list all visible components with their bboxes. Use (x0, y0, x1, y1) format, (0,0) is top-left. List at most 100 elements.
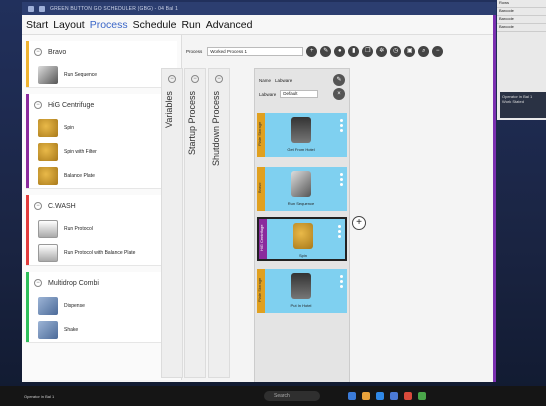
process-label: Process (186, 48, 203, 54)
collapse-icon[interactable]: − (34, 279, 42, 287)
add-icon[interactable]: + (306, 45, 318, 57)
group-bravo: − Bravo Run Sequence (26, 41, 177, 88)
group-multidrop: − Multidrop Combi Dispense Shake (26, 272, 177, 343)
menu-run[interactable]: Run (181, 19, 200, 31)
secondary-row: Barcode (497, 8, 546, 16)
step-label: Dispense (64, 303, 85, 309)
centrifuge-icon (38, 143, 58, 161)
step-item[interactable]: Spin (26, 116, 177, 140)
step-item[interactable]: Run Protocol (26, 217, 177, 241)
secondary-row: Barcode (497, 16, 546, 24)
collapse-icon[interactable]: − (215, 75, 223, 83)
step-item[interactable]: Run Protocol with Balance Plate (26, 241, 177, 265)
group-centrifuge: − HiG Centrifuge Spin Spin with Filter B… (26, 94, 177, 189)
process-step-card[interactable]: Plate Storage Get From Hotel (257, 113, 347, 157)
menu-layout[interactable]: Layout (53, 19, 85, 31)
menu-start[interactable]: Start (26, 19, 48, 31)
group-title: HiG Centrifuge (48, 101, 95, 109)
edit-icon[interactable]: ✎ (320, 45, 332, 57)
group-header[interactable]: − Bravo (26, 41, 177, 63)
minus-icon[interactable]: − (432, 45, 444, 57)
step-label: Shake (64, 327, 79, 333)
app-icon[interactable] (418, 392, 426, 400)
dispenser-icon (38, 321, 58, 339)
step-item[interactable]: Balance Plate (26, 164, 177, 188)
window-accent (493, 15, 496, 382)
centrifuge-icon (293, 223, 313, 249)
search-icon[interactable]: ⌕ (418, 45, 430, 57)
menu-advanced[interactable]: Advanced (206, 19, 253, 31)
app-window: GREEN BUTTON GO SCHEDULER (GBG) - 04 Bal… (22, 2, 496, 382)
collapse-icon[interactable]: − (168, 75, 176, 83)
process-step-card[interactable]: Bravo Run Sequence (257, 167, 347, 211)
secondary-row: Barcode (497, 24, 546, 32)
labware-select[interactable]: Default (280, 90, 319, 98)
menu-schedule[interactable]: Schedule (133, 19, 177, 31)
tab-variables[interactable]: − Variables (161, 68, 183, 378)
card-menu-icon[interactable] (340, 275, 343, 290)
settings-icon[interactable]: ✲ (376, 45, 388, 57)
save-icon[interactable]: ▣ (404, 45, 416, 57)
group-header[interactable]: − Multidrop Combi (26, 272, 177, 294)
group-header[interactable]: − HiG Centrifuge (26, 94, 177, 116)
card-side-label: HiG Centrifuge (259, 219, 267, 259)
washer-icon (38, 220, 58, 238)
windows-icon[interactable] (348, 392, 356, 400)
collapse-icon[interactable]: − (34, 101, 42, 109)
centrifuge-icon (38, 119, 58, 137)
group-header[interactable]: − C.WASH (26, 195, 177, 217)
app-icon[interactable] (390, 392, 398, 400)
tab-label: Variables (164, 91, 174, 128)
title-bar: GREEN BUTTON GO SCHEDULER (GBG) - 04 Bal… (22, 2, 496, 15)
step-library: − Bravo Run Sequence − HiG Centrifuge Sp… (22, 35, 182, 380)
close-icon[interactable]: × (333, 88, 345, 100)
process-select[interactable]: Worked Process 1 (207, 46, 304, 56)
folder-icon[interactable] (362, 392, 370, 400)
copy-icon[interactable]: ❐ (362, 45, 374, 57)
card-menu-icon[interactable] (340, 119, 343, 134)
taskbar-icons (348, 392, 426, 400)
collapse-icon[interactable]: − (34, 48, 42, 56)
collapse-icon[interactable]: − (191, 75, 199, 83)
notification-popup[interactable]: Operator in Bal 1 Work Stated (500, 92, 546, 118)
group-title: C.WASH (48, 202, 76, 210)
card-menu-icon[interactable] (340, 173, 343, 188)
card-menu-icon[interactable] (338, 225, 341, 240)
step-label: Run Sequence (64, 72, 98, 78)
washer-icon (38, 244, 58, 262)
step-item[interactable]: Run Sequence (26, 63, 177, 87)
group-title: Multidrop Combi (48, 279, 99, 287)
save-icon[interactable] (39, 5, 45, 12)
taskbar-search[interactable]: Search (264, 391, 320, 401)
step-label: Balance Plate (64, 173, 95, 179)
step-item[interactable]: Spin with Filter (26, 140, 177, 164)
step-item[interactable]: Dispense (26, 294, 177, 318)
delete-icon[interactable]: ▮ (348, 45, 360, 57)
edit-icon[interactable]: ✎ (333, 74, 345, 86)
menu-bar: Start Layout Process Schedule Run Advanc… (22, 15, 496, 35)
add-step-button[interactable]: + (352, 216, 366, 230)
process-step-card[interactable]: Plate Storage Put In Hotel (257, 269, 347, 313)
process-step-card-selected[interactable]: HiG Centrifuge Spin (257, 217, 347, 261)
popup-body: Work Stated (502, 99, 524, 104)
step-item[interactable]: Shake (26, 318, 177, 342)
process-panel: Name Labware ✎ Labware Default × Plate S… (254, 68, 350, 382)
tab-label: Startup Process (187, 91, 197, 156)
edge-icon[interactable] (376, 392, 384, 400)
timer-icon[interactable]: ◷ (390, 45, 402, 57)
app-icon[interactable] (404, 392, 412, 400)
hotel-icon (291, 273, 311, 299)
menu-process[interactable]: Process (90, 19, 128, 31)
bravo-icon (38, 66, 58, 84)
card-label: Get From Hotel (287, 147, 315, 152)
collapse-icon[interactable]: − (34, 202, 42, 210)
user-icon[interactable]: ● (334, 45, 346, 57)
group-cwash: − C.WASH Run Protocol Run Protocol with … (26, 195, 177, 266)
tab-startup-process[interactable]: − Startup Process (184, 68, 206, 378)
labware-label: Labware (259, 91, 277, 97)
card-side-label: Plate Storage (257, 113, 265, 157)
tab-shutdown-process[interactable]: − Shutdown Process (208, 68, 230, 378)
labware-row: Labware Default × (255, 87, 349, 101)
window-title: GREEN BUTTON GO SCHEDULER (GBG) - 04 Bal… (50, 5, 179, 12)
step-label: Run Protocol (64, 226, 93, 232)
